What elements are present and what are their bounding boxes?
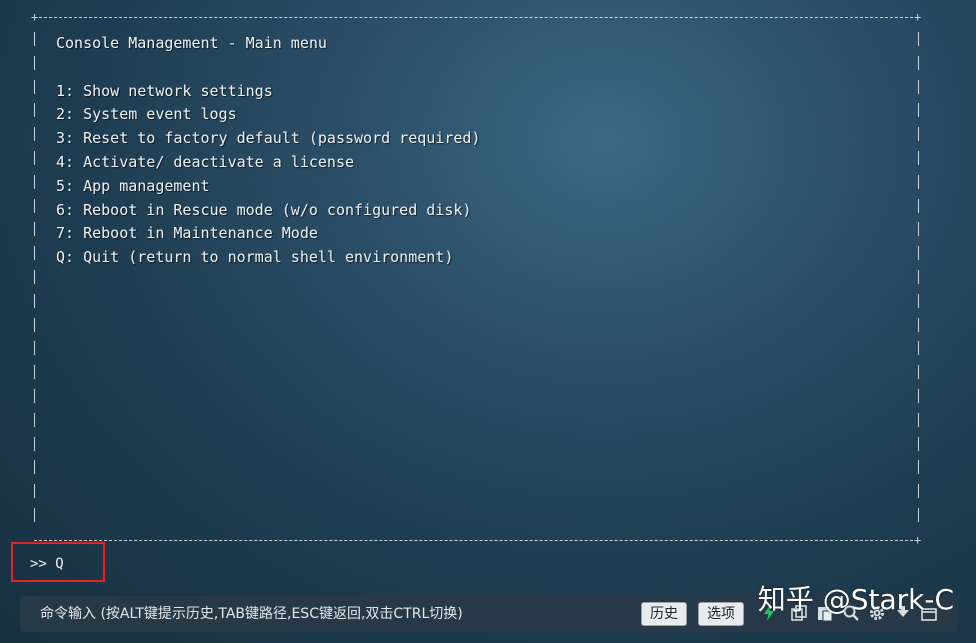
border-pipe — [918, 508, 919, 522]
border-pipe — [34, 151, 35, 165]
border-pipe — [34, 317, 35, 332]
menu-item-event-logs[interactable]: 2: System event logs — [56, 103, 480, 127]
border-pipe — [34, 127, 35, 142]
border-pipe — [918, 198, 919, 213]
menu-border-bottom — [34, 540, 918, 541]
menu-spacer — [56, 56, 480, 80]
command-input-hint[interactable]: 命令输入 (按ALT键提示历史,TAB键路径,ESC键返回,双击CTRL切换) — [40, 605, 463, 623]
menu-corner-top-right: + — [914, 10, 922, 24]
menu-item-maintenance-reboot[interactable]: 7: Reboot in Maintenance Mode — [56, 222, 480, 246]
terminal-window[interactable]: + + + Console Management - Main menu 1: … — [0, 0, 976, 595]
border-pipe — [918, 79, 919, 94]
menu-item-rescue-reboot[interactable]: 6: Reboot in Rescue mode (w/o configured… — [56, 199, 480, 223]
border-pipe — [918, 222, 919, 237]
border-pipe — [918, 317, 919, 332]
border-pipe — [918, 55, 919, 70]
menu-corner-bottom-right: + — [914, 533, 922, 547]
border-pipe — [34, 460, 35, 475]
border-pipe — [918, 151, 919, 165]
border-pipe — [918, 270, 919, 284]
border-pipe — [34, 222, 35, 237]
border-pipe — [918, 436, 919, 451]
border-pipe — [34, 246, 35, 261]
border-pipe — [918, 341, 919, 356]
options-button[interactable]: 选项 — [698, 602, 744, 626]
command-prompt[interactable]: >> Q — [30, 554, 64, 574]
border-pipe — [918, 365, 919, 380]
border-pipe — [34, 508, 35, 522]
prompt-symbol: >> — [30, 556, 47, 572]
menu-corner-top-left: + — [31, 10, 39, 24]
history-button[interactable]: 历史 — [641, 602, 687, 626]
border-pipe — [918, 32, 919, 46]
border-pipe — [34, 389, 35, 403]
border-pipe — [918, 389, 919, 403]
border-pipe — [34, 198, 35, 213]
border-pipe — [34, 55, 35, 70]
border-pipe — [918, 293, 919, 308]
menu-item-license[interactable]: 4: Activate/ deactivate a license — [56, 151, 480, 175]
border-pipe — [34, 412, 35, 427]
border-pipe — [34, 293, 35, 308]
border-pipe — [34, 484, 35, 499]
border-pipe — [34, 270, 35, 284]
border-pipe — [34, 436, 35, 451]
border-pipe — [34, 365, 35, 380]
border-pipe — [34, 79, 35, 94]
menu-item-network-settings[interactable]: 1: Show network settings — [56, 80, 480, 104]
zhihu-watermark: 知乎 @Stark-C — [757, 583, 954, 616]
border-pipe — [918, 103, 919, 118]
prompt-input[interactable]: Q — [55, 556, 63, 572]
menu-item-app-management[interactable]: 5: App management — [56, 175, 480, 199]
border-pipe — [918, 412, 919, 427]
menu-title: Console Management - Main menu — [56, 34, 327, 52]
border-pipe — [34, 32, 35, 46]
border-pipe — [918, 460, 919, 475]
border-pipe — [34, 103, 35, 118]
border-pipe — [918, 484, 919, 499]
border-pipe — [34, 341, 35, 356]
menu-border-top — [34, 17, 918, 18]
menu-item-quit[interactable]: Q: Quit (return to normal shell environm… — [56, 246, 480, 270]
main-menu: Console Management - Main menu 1: Show n… — [56, 32, 480, 270]
border-pipe — [918, 174, 919, 189]
border-pipe — [918, 246, 919, 261]
border-pipe — [34, 174, 35, 189]
menu-item-factory-reset[interactable]: 3: Reset to factory default (password re… — [56, 127, 480, 151]
border-pipe — [918, 127, 919, 142]
